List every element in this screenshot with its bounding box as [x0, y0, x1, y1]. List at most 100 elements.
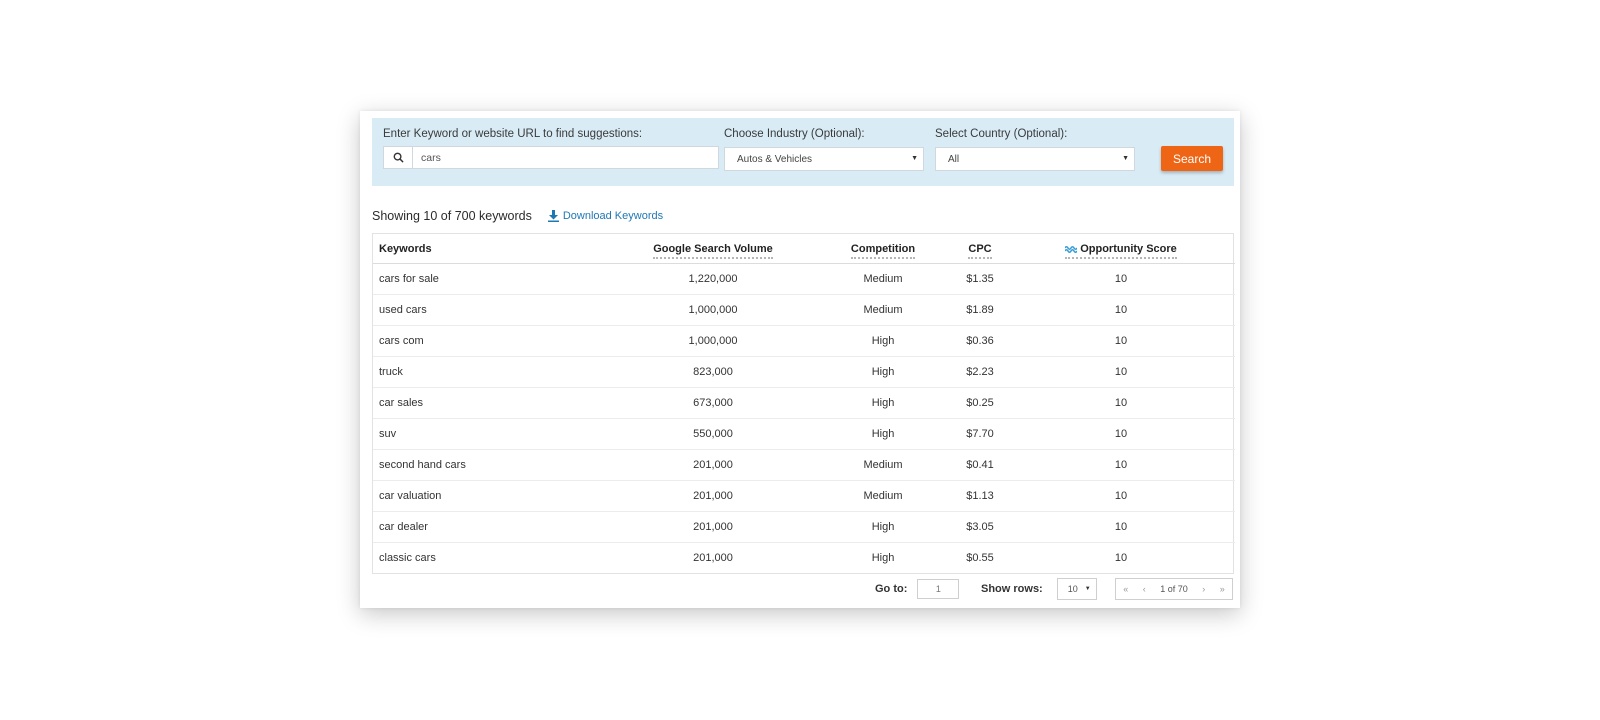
- cell-keyword: suv: [373, 418, 613, 450]
- showing-count: Showing 10 of 700 keywords: [372, 209, 532, 223]
- country-select[interactable]: All ▼: [935, 147, 1135, 171]
- caret-down-icon: ▼: [911, 155, 918, 162]
- download-icon: [547, 210, 559, 222]
- cell-score: 10: [1007, 511, 1235, 543]
- keyword-field[interactable]: [383, 146, 719, 169]
- cell-volume: 201,000: [613, 511, 813, 543]
- next-page-button[interactable]: ›: [1202, 584, 1205, 594]
- table-row[interactable]: truck 823,000 High $2.23 10: [373, 356, 1235, 388]
- cell-keyword: second hand cars: [373, 449, 613, 481]
- cell-competition: High: [813, 356, 953, 388]
- table-header-row: Keywords Google Search Volume Competitio…: [373, 234, 1235, 264]
- cell-volume: 201,000: [613, 480, 813, 512]
- cell-keyword: truck: [373, 356, 613, 388]
- cell-competition: Medium: [813, 263, 953, 295]
- search-button[interactable]: Search: [1161, 146, 1223, 171]
- keyword-input[interactable]: [413, 146, 718, 169]
- country-label: Select Country (Optional):: [935, 128, 1068, 140]
- industry-label: Choose Industry (Optional):: [724, 128, 865, 140]
- keyword-tool-card: Enter Keyword or website URL to find sug…: [360, 111, 1240, 608]
- caret-down-icon: ▼: [1084, 586, 1091, 592]
- table-row[interactable]: classic cars 201,000 High $0.55 10: [373, 543, 1235, 574]
- cell-score: 10: [1007, 418, 1235, 450]
- cell-competition: Medium: [813, 294, 953, 326]
- cell-score: 10: [1007, 449, 1235, 481]
- cell-volume: 201,000: [693, 552, 733, 564]
- cell-cpc: $0.25: [953, 387, 1007, 419]
- industry-select[interactable]: Autos & Vehicles ▼: [724, 147, 924, 171]
- cell-competition: High: [813, 418, 953, 450]
- cell-cpc: $0.41: [953, 449, 1007, 481]
- cell-keyword: car dealer: [373, 511, 613, 543]
- header-keywords[interactable]: Keywords: [373, 234, 613, 264]
- rows-control: Show rows: 10 ▼: [981, 578, 1097, 600]
- rows-select[interactable]: 10 ▼: [1056, 578, 1097, 600]
- cell-keyword: used cars: [373, 294, 613, 326]
- cell-volume: 673,000: [613, 387, 813, 419]
- cell-score: 10: [1007, 325, 1235, 357]
- table-row[interactable]: cars com 1,000,000 High $0.36 10: [373, 325, 1235, 357]
- table-row[interactable]: car dealer 201,000 High $3.05 10: [373, 511, 1235, 543]
- search-icon: [384, 147, 413, 168]
- header-cpc[interactable]: CPC: [953, 234, 1007, 264]
- cell-keyword: classic cars: [379, 552, 436, 564]
- table-row[interactable]: suv 550,000 High $7.70 10: [373, 418, 1235, 450]
- cell-cpc: $2.23: [953, 356, 1007, 388]
- rows-value: 10: [1067, 584, 1078, 594]
- search-panel: Enter Keyword or website URL to find sug…: [372, 118, 1234, 186]
- first-page-button[interactable]: «: [1123, 584, 1128, 594]
- goto-label: Go to:: [875, 583, 908, 595]
- cell-score: 10: [1007, 356, 1235, 388]
- page-info: 1 of 70: [1160, 584, 1188, 594]
- cell-cpc: $7.70: [953, 418, 1007, 450]
- cell-volume: 1,000,000: [613, 294, 813, 326]
- goto-control: Go to: 1: [875, 578, 960, 600]
- goto-input[interactable]: 1: [917, 579, 960, 599]
- caret-down-icon: ▼: [1122, 155, 1129, 162]
- cell-competition: Medium: [813, 480, 953, 512]
- cell-volume: 823,000: [613, 356, 813, 388]
- cell-keyword: car sales: [373, 387, 613, 419]
- rows-label: Show rows:: [981, 583, 1043, 595]
- prev-page-button[interactable]: ‹: [1143, 584, 1146, 594]
- cell-competition: Medium: [813, 449, 953, 481]
- industry-value: Autos & Vehicles: [737, 153, 813, 165]
- cell-score: 10: [1007, 387, 1235, 419]
- country-value: All: [948, 153, 960, 165]
- cell-competition: High: [871, 552, 895, 564]
- cell-score: 10: [1007, 263, 1235, 295]
- keywords-table: Keywords Google Search Volume Competitio…: [372, 233, 1235, 574]
- table-row[interactable]: used cars 1,000,000 Medium $1.89 10: [373, 294, 1235, 326]
- cell-keyword: car valuation: [373, 480, 613, 512]
- cell-cpc: $1.13: [953, 480, 1007, 512]
- cell-score: 10: [1007, 294, 1235, 326]
- download-keywords-link[interactable]: Download Keywords: [547, 210, 664, 222]
- table-row[interactable]: second hand cars 201,000 Medium $0.41 10: [373, 449, 1235, 481]
- cell-competition: High: [813, 511, 953, 543]
- table-row[interactable]: car sales 673,000 High $0.25 10: [373, 387, 1235, 419]
- keyword-label: Enter Keyword or website URL to find sug…: [383, 128, 643, 140]
- cell-competition: High: [813, 325, 953, 357]
- last-page-button[interactable]: »: [1220, 584, 1225, 594]
- cell-volume: 1,000,000: [613, 325, 813, 357]
- cell-volume: 1,220,000: [613, 263, 813, 295]
- table-row[interactable]: car valuation 201,000 Medium $1.13 10: [373, 480, 1235, 512]
- header-opportunity-score[interactable]: Opportunity Score: [1007, 234, 1235, 264]
- cell-cpc: $0.55: [966, 552, 994, 564]
- cell-keyword: cars com: [373, 325, 613, 357]
- header-competition[interactable]: Competition: [813, 234, 953, 264]
- cell-cpc: $1.35: [953, 263, 1007, 295]
- header-search-volume[interactable]: Google Search Volume: [613, 234, 813, 264]
- page-navigation: « ‹ 1 of 70 › »: [1115, 578, 1233, 600]
- table-row[interactable]: cars for sale 1,220,000 Medium $1.35 10: [373, 263, 1235, 295]
- cell-volume: 550,000: [613, 418, 813, 450]
- wave-icon: [1065, 245, 1078, 253]
- cell-competition: High: [813, 387, 953, 419]
- cell-score: 10: [1114, 552, 1128, 564]
- cell-score: 10: [1007, 480, 1235, 512]
- cell-keyword: cars for sale: [373, 263, 613, 295]
- download-label: Download Keywords: [562, 210, 664, 222]
- cell-cpc: $1.89: [953, 294, 1007, 326]
- results-summary: Showing 10 of 700 keywords Download Keyw…: [372, 206, 663, 226]
- cell-cpc: $0.36: [953, 325, 1007, 357]
